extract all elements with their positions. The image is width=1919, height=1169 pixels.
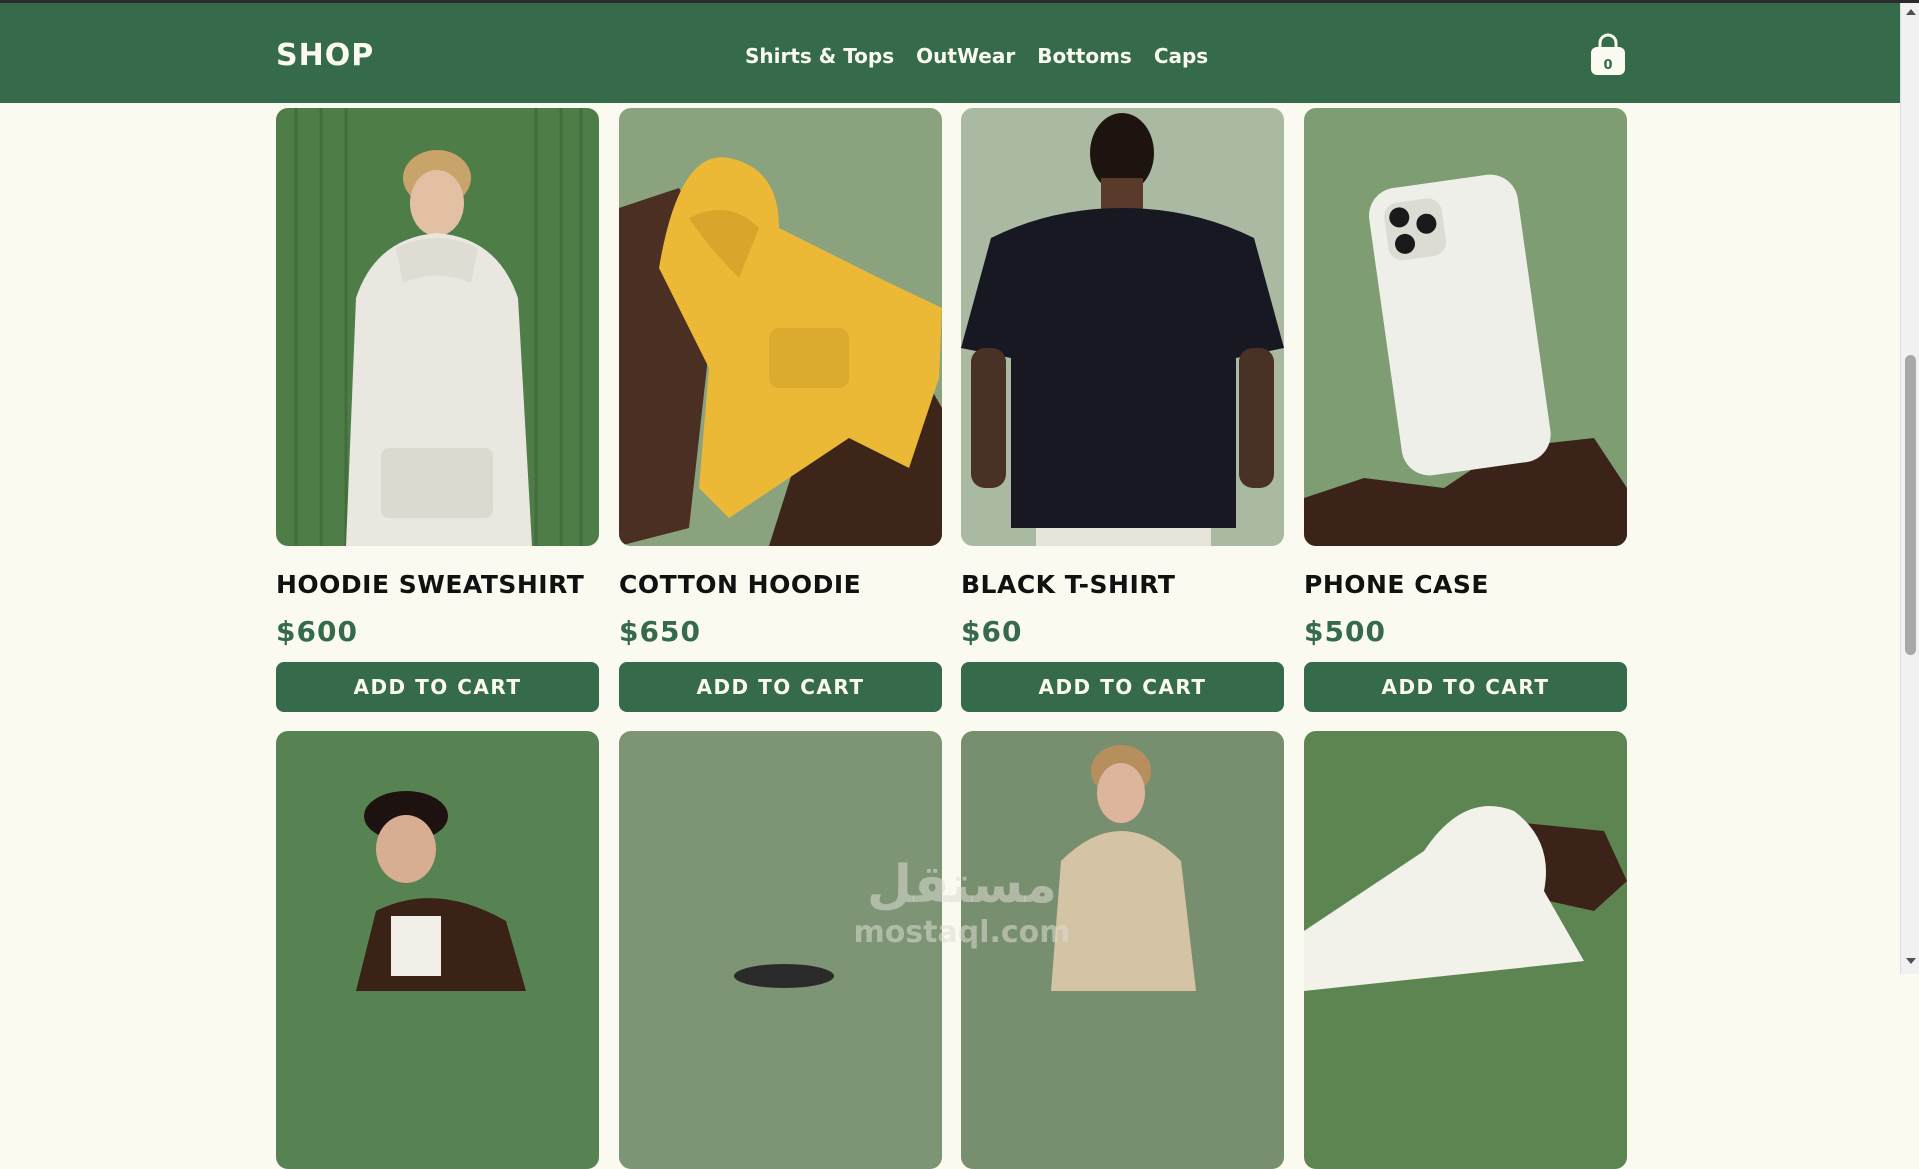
product-image-product[interactable] [619,731,942,1169]
watermark-arabic: مستقل [866,855,1058,915]
product-price: $650 [619,615,701,648]
scrollbar-thumb[interactable] [1905,355,1916,655]
product-card [961,731,1284,1169]
product-name: HOODIE SWEATSHIRT [276,570,585,599]
product-card: BLACK T-SHIRT $60 ADD TO CART [961,108,1284,712]
watermark: مستقل mostaql.com [842,855,1082,950]
product-image-white-hoodie[interactable] [1304,731,1627,1169]
product-name: COTTON HOODIE [619,570,862,599]
cart-button[interactable]: 0 [1588,33,1628,77]
shopping-bag-icon: 0 [1591,33,1625,75]
product-image-hoodie-sweatshirt[interactable] [276,108,599,546]
navbar: SHOP Shirts & Tops OutWear Bottoms Caps … [0,3,1900,103]
nav-link-caps[interactable]: Caps [1154,44,1208,68]
nav-link-outwear[interactable]: OutWear [916,44,1015,68]
nav-link-bottoms[interactable]: Bottoms [1037,44,1132,68]
add-to-cart-button[interactable]: ADD TO CART [1304,662,1627,712]
product-card [619,731,942,1169]
product-image-black-tshirt[interactable] [961,108,1284,546]
main-nav: Shirts & Tops OutWear Bottoms Caps [745,44,1208,68]
product-card: COTTON HOODIE $650 ADD TO CART [619,108,942,712]
product-name: BLACK T-SHIRT [961,570,1176,599]
product-price: $60 [961,615,1023,648]
nav-link-shirts-tops[interactable]: Shirts & Tops [745,44,894,68]
product-price: $500 [1304,615,1386,648]
add-to-cart-button[interactable]: ADD TO CART [619,662,942,712]
scroll-down-arrow-icon[interactable] [1906,958,1916,964]
product-card [1304,731,1627,1169]
product-card: PHONE CASE $500 ADD TO CART [1304,108,1627,712]
scroll-up-arrow-icon[interactable] [1906,9,1916,15]
add-to-cart-button[interactable]: ADD TO CART [276,662,599,712]
cart-count: 0 [1603,58,1612,73]
scrollbar[interactable] [1900,3,1919,974]
watermark-latin: mostaql.com [853,915,1071,950]
product-image-phone-case[interactable] [1304,108,1627,546]
product-price: $600 [276,615,358,648]
add-to-cart-button[interactable]: ADD TO CART [961,662,1284,712]
product-card: HOODIE SWEATSHIRT $600 ADD TO CART [276,108,599,712]
product-card [276,731,599,1169]
shop-logo[interactable]: SHOP [276,38,374,73]
product-image-beige-hoodie[interactable] [961,731,1284,1169]
product-image-cap-model[interactable] [276,731,599,1169]
product-name: PHONE CASE [1304,570,1489,599]
product-image-cotton-hoodie[interactable] [619,108,942,546]
